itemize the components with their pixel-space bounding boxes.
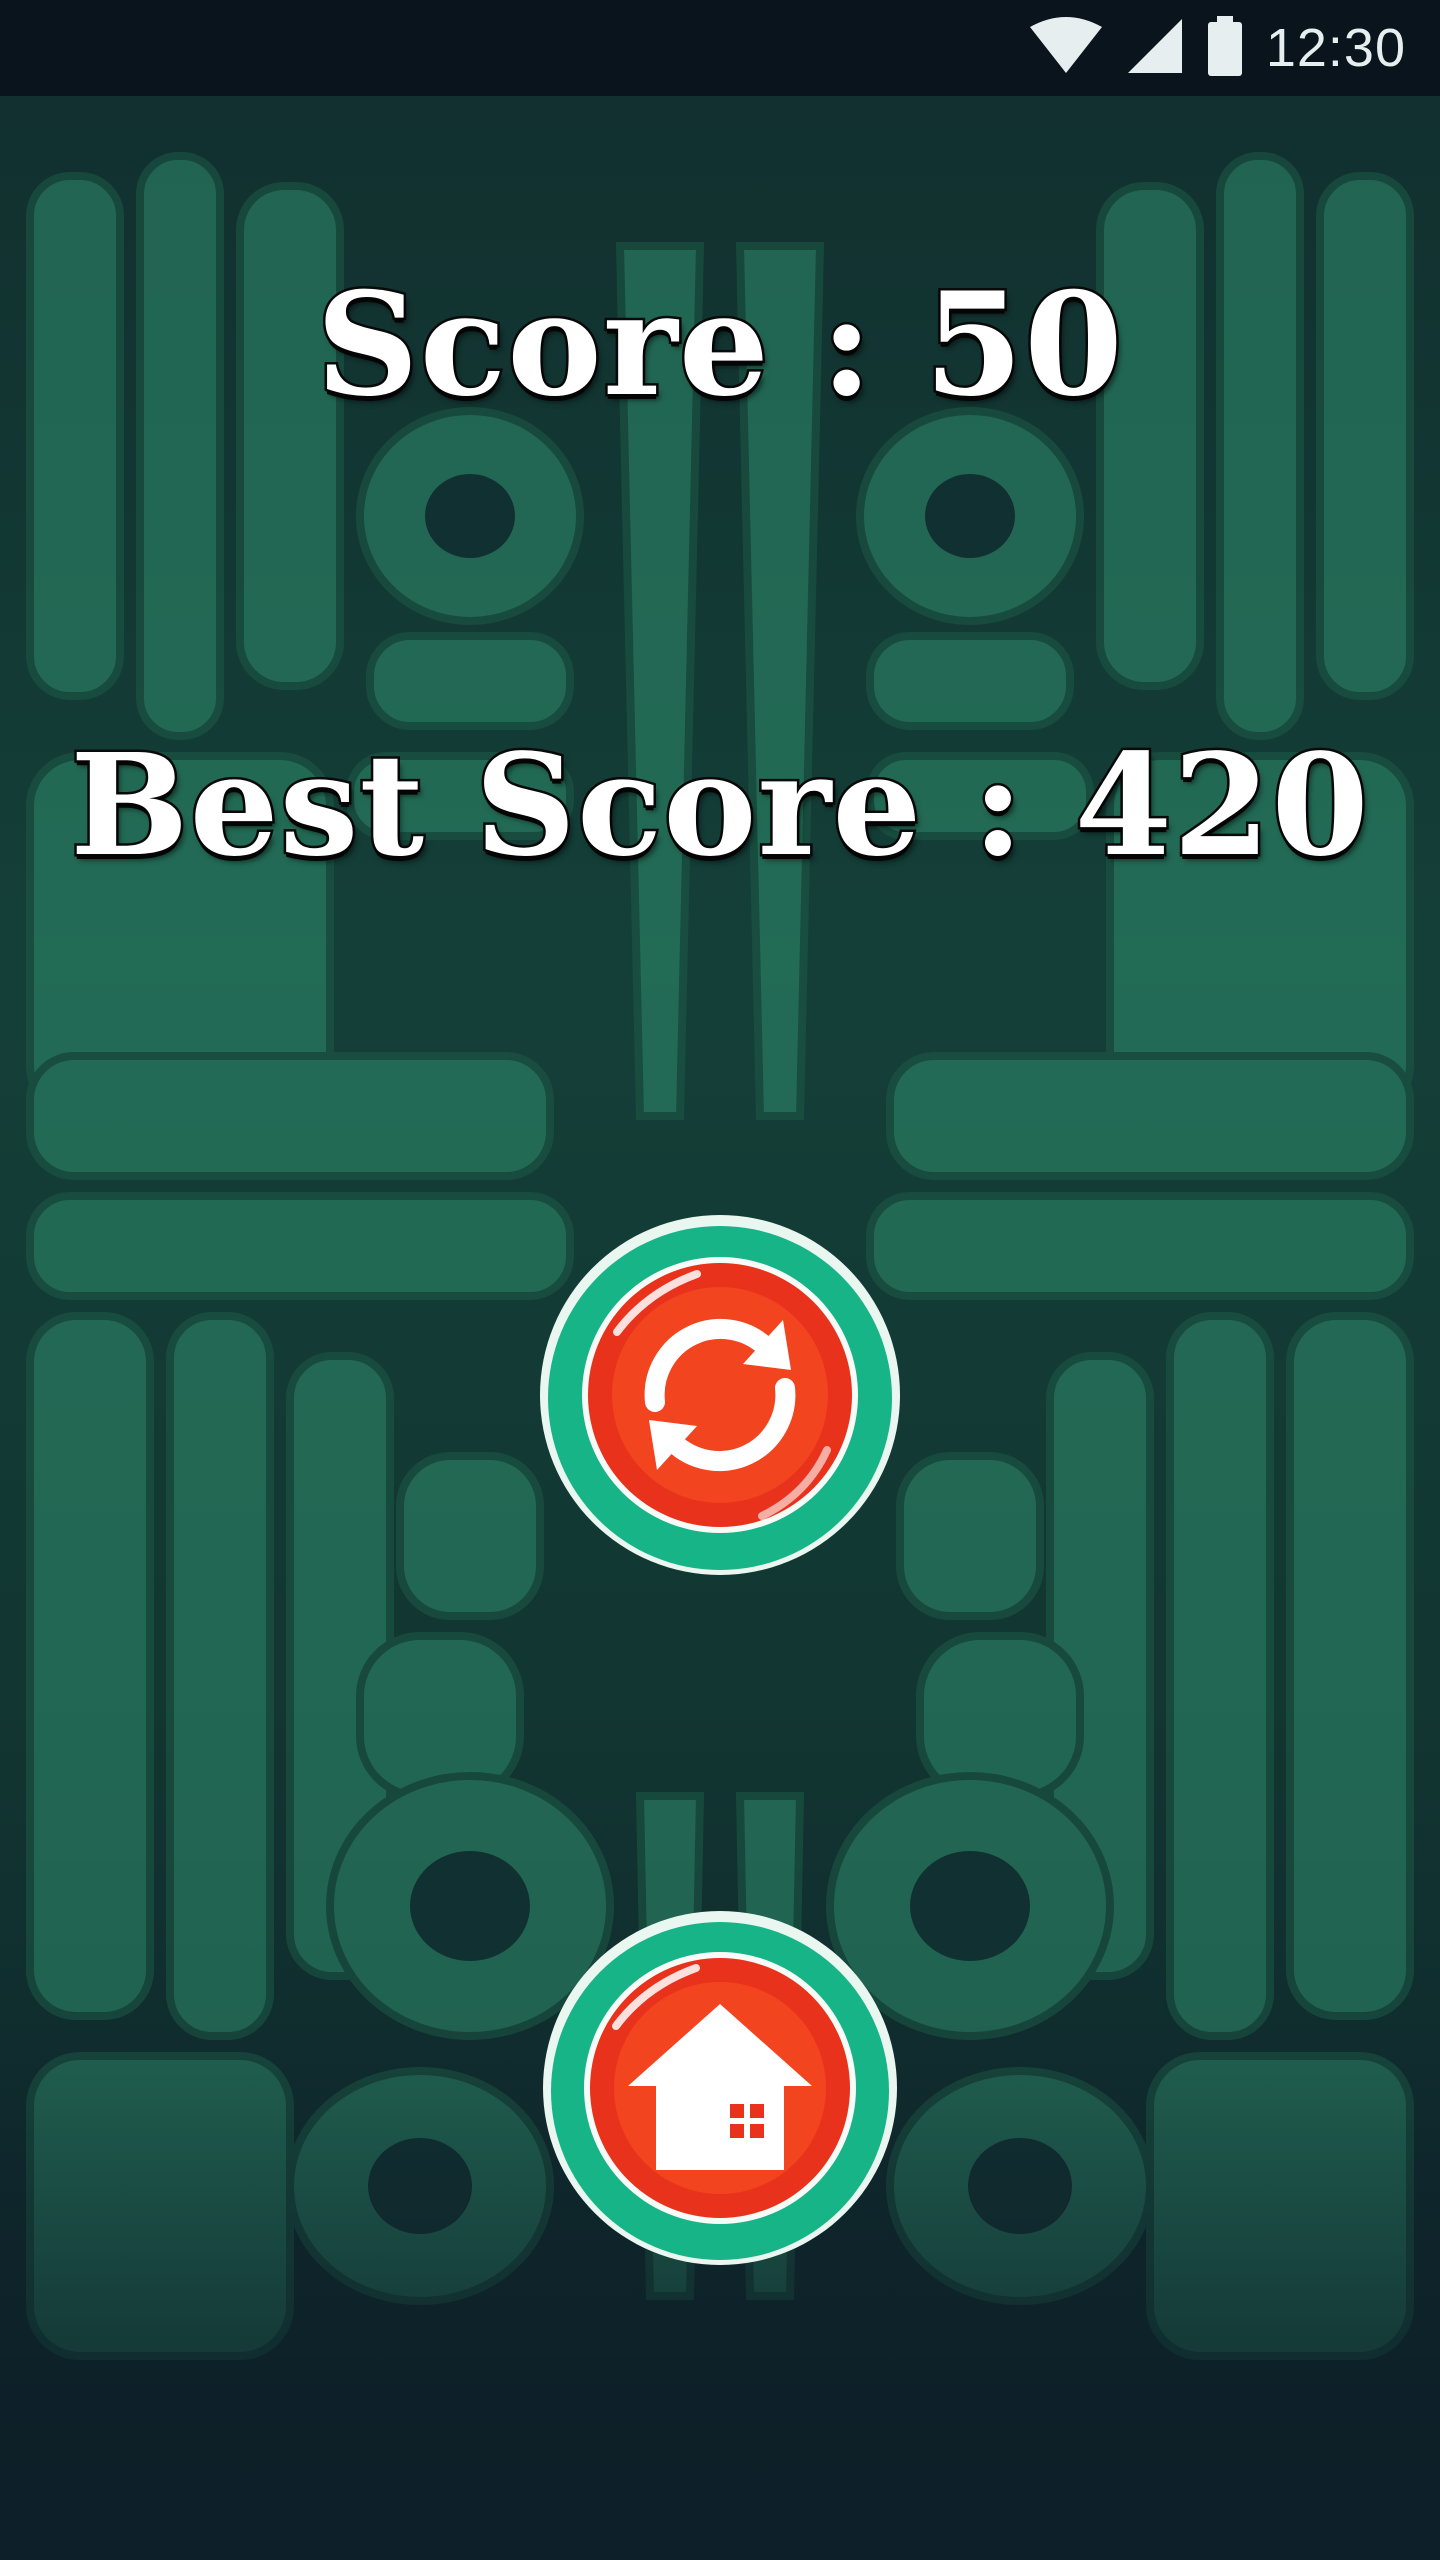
replay-button[interactable] [537,1212,903,1578]
cell-signal-icon [1126,17,1184,79]
replay-icon [540,1215,900,1575]
status-time: 12:30 [1265,18,1406,78]
home-button[interactable] [540,1908,900,2268]
wifi-icon [1028,17,1104,79]
battery-icon [1206,16,1244,80]
game-over-screen: 12:30 Score: 50 Best Score: 420 [0,0,1440,2560]
home-icon [543,1911,897,2265]
best-score-label: Best Score : 420 [68,722,1372,891]
status-icons: 12:30 [1028,0,1406,96]
status-bar: 12:30 [0,0,1440,96]
score-label: Score : 50 [314,260,1126,431]
